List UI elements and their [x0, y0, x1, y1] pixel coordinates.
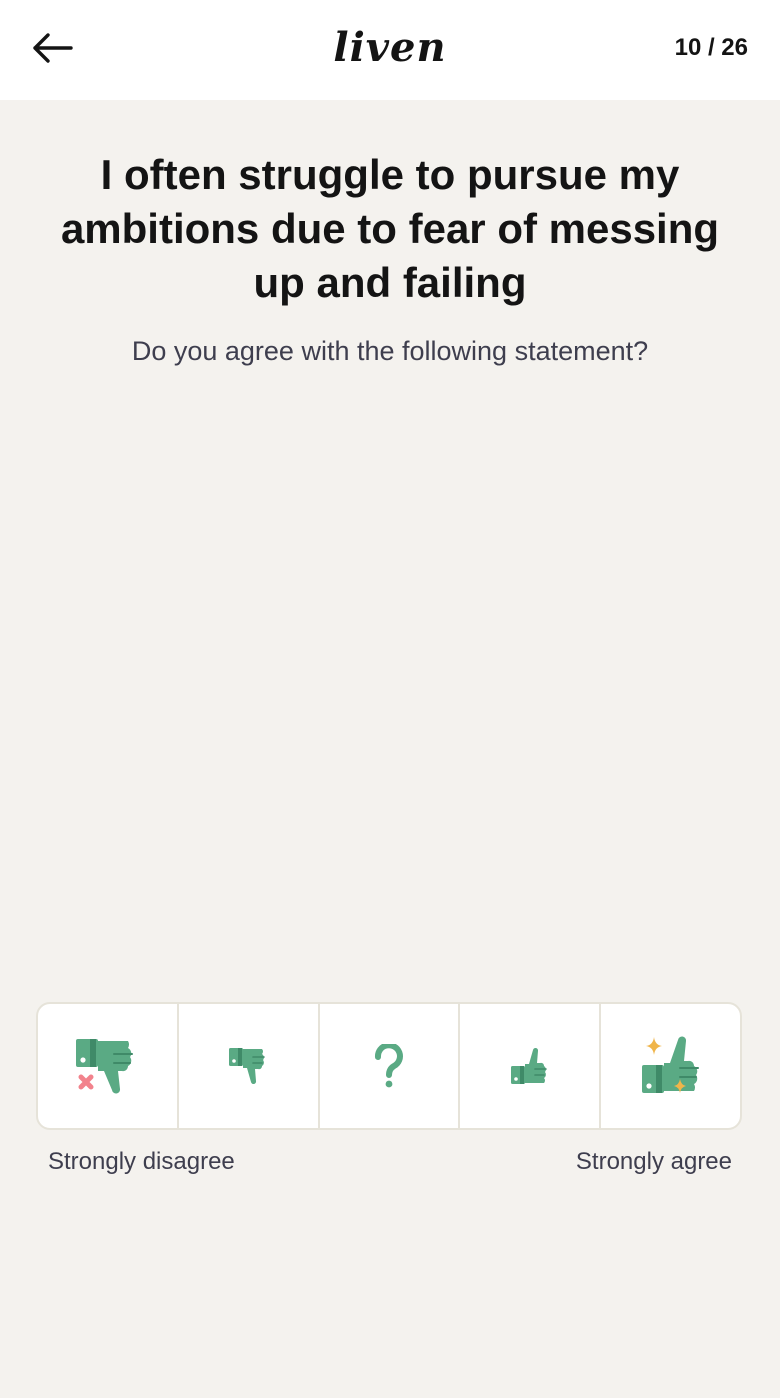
logo: liven: [333, 24, 447, 71]
scale-label-left: Strongly disagree: [48, 1148, 235, 1175]
agree-icon: [510, 1047, 547, 1084]
disagree-icon: [229, 1048, 265, 1085]
option-neutral[interactable]: [320, 1004, 461, 1128]
agreement-scale: [36, 1002, 742, 1130]
strongly-agree-icon: [641, 1036, 699, 1093]
progress-counter: 10 / 26: [674, 34, 748, 61]
question-prompt: Do you agree with the following statemen…: [131, 336, 649, 366]
top-bar: liven 10 / 26: [0, 0, 780, 100]
option-agree[interactable]: [460, 1004, 602, 1128]
strongly-disagree-icon: [76, 1039, 134, 1094]
question-mark-icon: [374, 1044, 403, 1088]
option-disagree[interactable]: [179, 1004, 320, 1128]
question-statement: I often struggle to pursue my ambitions …: [60, 151, 720, 306]
scale-label-right: Strongly agree: [575, 1148, 732, 1175]
option-strongly-agree[interactable]: [601, 1004, 740, 1128]
option-strongly-disagree[interactable]: [38, 1004, 179, 1128]
